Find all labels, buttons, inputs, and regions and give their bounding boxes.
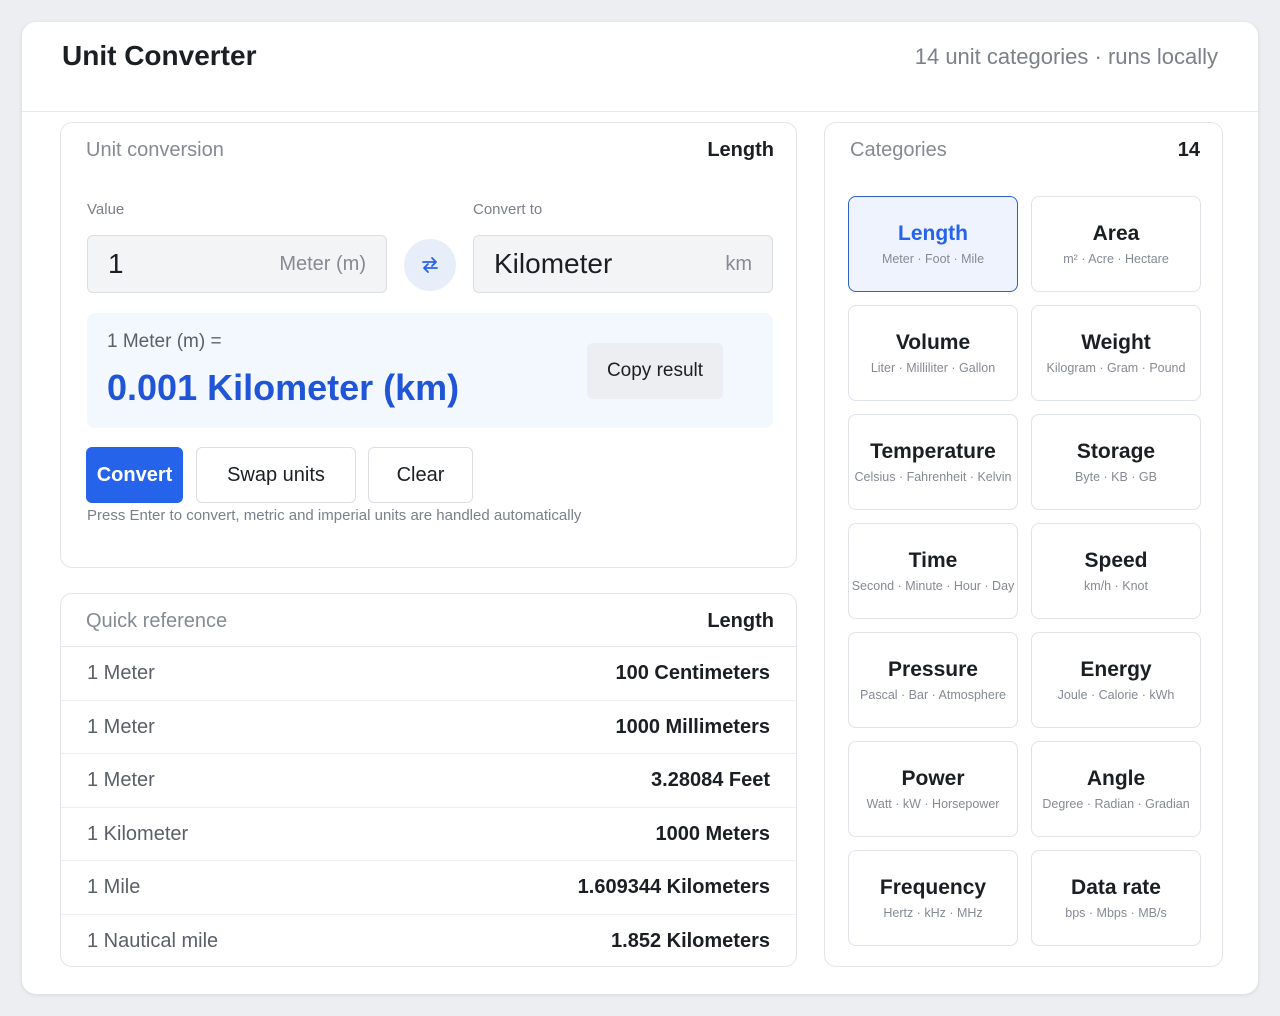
from-unit-label: Meter (m) <box>279 253 366 275</box>
conversion-panel-label: Unit conversion <box>86 139 224 161</box>
value-input[interactable]: 1 Meter (m) <box>87 235 387 293</box>
category-card-volume[interactable]: Volume Liter · Milliliter · Gallon <box>848 305 1018 401</box>
reference-from: 1 Meter <box>87 662 155 684</box>
quick-reference-header: Quick reference Length <box>61 594 796 647</box>
reference-from: 1 Meter <box>87 769 155 792</box>
category-name: Speed <box>1084 549 1148 572</box>
convert-to-select[interactable]: Kilometer km <box>473 235 773 293</box>
category-name: Pressure <box>888 658 978 681</box>
category-card-length[interactable]: Length Meter · Foot · Mile <box>848 196 1018 292</box>
reference-row: 1 Meter 1000 Millimeters <box>61 701 796 755</box>
swap-units-button[interactable]: Swap units <box>196 447 356 503</box>
category-units: Watt · kW · Horsepower <box>866 797 1000 811</box>
app-subtitle: 14 unit categories · runs locally <box>914 44 1218 69</box>
reference-row: 1 Meter 100 Centimeters <box>61 647 796 701</box>
category-units: Pascal · Bar · Atmosphere <box>860 688 1006 702</box>
category-card-time[interactable]: Time Second · Minute · Hour · Day <box>848 523 1018 619</box>
reference-to: 1.609344 Kilometers <box>577 876 770 899</box>
category-name: Power <box>901 767 965 790</box>
category-name: Temperature <box>870 440 996 463</box>
category-name: Volume <box>895 331 971 354</box>
category-card-temperature[interactable]: Temperature Celsius · Fahrenheit · Kelvi… <box>848 414 1018 510</box>
reference-to: 1000 Meters <box>655 822 770 845</box>
categories-count: 14 <box>1177 139 1200 161</box>
reference-to: 1000 Millimeters <box>615 715 770 738</box>
reference-to: 3.28084 Feet <box>651 769 770 792</box>
category-units: km/h · Knot <box>1084 579 1148 593</box>
reference-to: 1.852 Kilometers <box>611 929 770 952</box>
category-units: Degree · Radian · Gradian <box>1042 797 1190 811</box>
reference-row: 1 Mile 1.609344 Kilometers <box>61 861 796 915</box>
category-card-weight[interactable]: Weight Kilogram · Gram · Pound <box>1031 305 1201 401</box>
conversion-category: Length <box>707 139 774 161</box>
top-bar: Unit Converter 14 unit categories · runs… <box>22 22 1258 112</box>
app-window: Unit Converter 14 unit categories · runs… <box>22 22 1258 994</box>
conversion-panel: Unit conversion Length Value 1 Meter (m)… <box>60 122 797 568</box>
category-card-area[interactable]: Area m² · Acre · Hectare <box>1031 196 1201 292</box>
category-card-energy[interactable]: Energy Joule · Calorie · kWh <box>1031 632 1201 728</box>
value-label: Value <box>87 201 125 218</box>
app-title: Unit Converter <box>62 40 257 71</box>
reference-row: 1 Kilometer 1000 Meters <box>61 808 796 862</box>
quick-reference-label: Quick reference <box>86 610 228 632</box>
category-name: Angle <box>1086 767 1146 790</box>
category-card-frequency[interactable]: Frequency Hertz · kHz · MHz <box>848 850 1018 946</box>
categories-label: Categories <box>850 139 947 161</box>
result-equation: 1 Meter (m) = <box>107 331 222 352</box>
category-units: Second · Minute · Hour · Day <box>851 579 1015 593</box>
category-name: Frequency <box>879 876 987 899</box>
reference-from: 1 Nautical mile <box>87 929 219 952</box>
value-input-text: 1 <box>108 248 124 279</box>
category-card-pressure[interactable]: Pressure Pascal · Bar · Atmosphere <box>848 632 1018 728</box>
quick-reference-category: Length <box>707 610 774 632</box>
category-units: Joule · Calorie · kWh <box>1057 688 1175 702</box>
category-units: Byte · KB · GB <box>1075 470 1157 484</box>
category-units: bps · Mbps · MB/s <box>1065 906 1167 920</box>
category-name: Time <box>908 549 958 572</box>
category-card-speed[interactable]: Speed km/h · Knot <box>1031 523 1201 619</box>
clear-button[interactable]: Clear <box>368 447 473 503</box>
copy-result-button[interactable]: Copy result <box>587 343 723 399</box>
to-unit-symbol: km <box>725 253 752 275</box>
hint-text: Press Enter to convert, metric and imper… <box>87 507 582 524</box>
convert-to-label: Convert to <box>473 201 543 218</box>
category-units: Hertz · kHz · MHz <box>883 906 983 920</box>
category-name: Length <box>898 222 968 245</box>
category-card-angle[interactable]: Angle Degree · Radian · Gradian <box>1031 741 1201 837</box>
category-name: Data rate <box>1071 876 1161 899</box>
category-units: Kilogram · Gram · Pound <box>1046 361 1186 375</box>
category-name: Energy <box>1080 658 1152 681</box>
reference-to: 100 Centimeters <box>615 662 770 684</box>
category-grid: Length Meter · Foot · Mile Area m² · Acr… <box>848 196 1202 946</box>
category-units: m² · Acre · Hectare <box>1063 252 1169 266</box>
category-card-power[interactable]: Power Watt · kW · Horsepower <box>848 741 1018 837</box>
category-units: Celsius · Fahrenheit · Kelvin <box>854 470 1012 484</box>
category-name: Weight <box>1081 331 1151 354</box>
category-name: Storage <box>1076 440 1156 463</box>
categories-panel: Categories 14 Length Meter · Foot · Mile… <box>824 122 1223 967</box>
category-units: Liter · Milliliter · Gallon <box>870 361 996 375</box>
category-units: Meter · Foot · Mile <box>881 252 985 266</box>
reference-row: 1 Meter 3.28084 Feet <box>61 754 796 808</box>
reference-from: 1 Kilometer <box>87 822 189 845</box>
category-card-data-rate[interactable]: Data rate bps · Mbps · MB/s <box>1031 850 1201 946</box>
swap-arrows-icon <box>422 257 438 273</box>
convert-button[interactable]: Convert <box>86 447 183 503</box>
category-name: Area <box>1092 222 1140 245</box>
quick-reference-panel: Quick reference Length 1 Meter 100 Centi… <box>60 593 797 967</box>
reference-from: 1 Meter <box>87 715 155 738</box>
to-unit-name: Kilometer <box>494 248 613 279</box>
reference-row: 1 Nautical mile 1.852 Kilometers <box>61 915 796 966</box>
reference-from: 1 Mile <box>87 876 141 899</box>
category-card-storage[interactable]: Storage Byte · KB · GB <box>1031 414 1201 510</box>
result-box: 1 Meter (m) = 0.001 Kilometer (km) Copy … <box>87 313 773 428</box>
swap-button[interactable] <box>404 239 456 291</box>
result-value: 0.001 Kilometer (km) <box>107 367 460 408</box>
